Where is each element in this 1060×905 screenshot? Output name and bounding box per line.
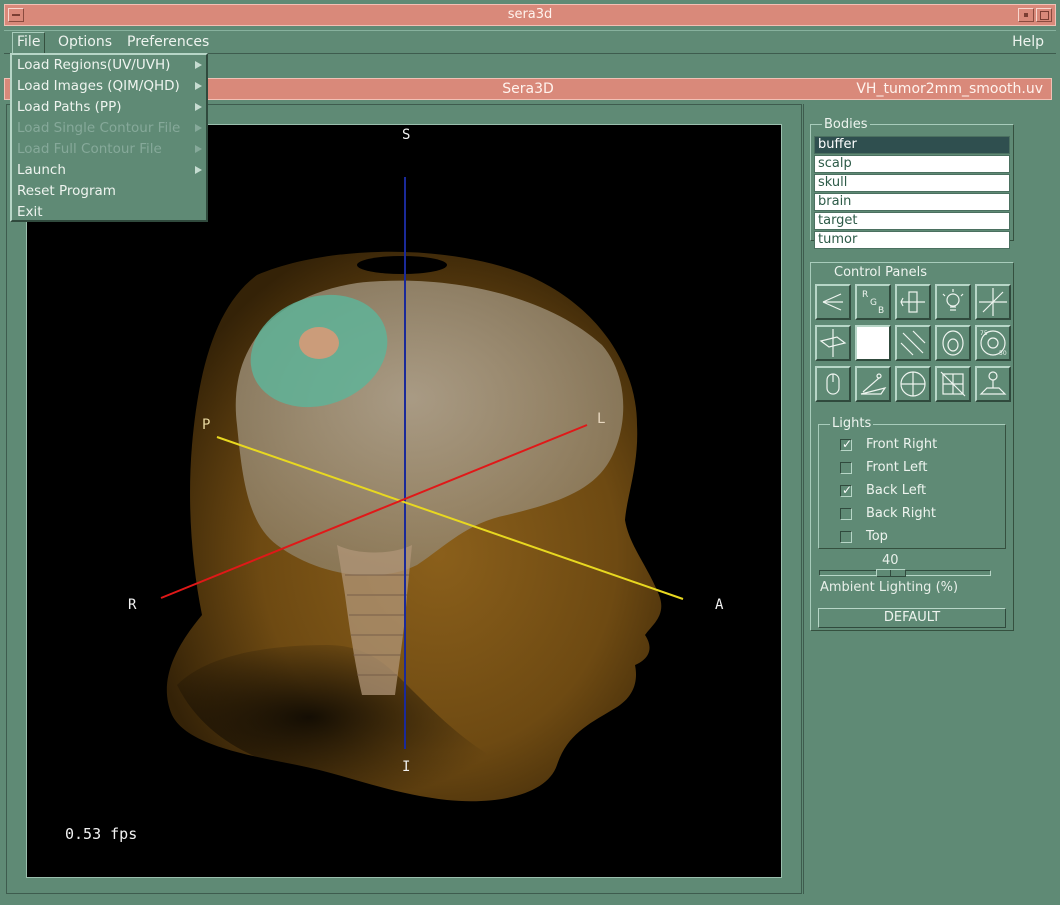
- arrows-icon[interactable]: [895, 325, 931, 361]
- menu-item-load-regions[interactable]: Load Regions(UV/UVH): [17, 55, 170, 76]
- body-item-brain[interactable]: brain: [814, 193, 1010, 211]
- file-menu-dropdown: Load Regions(UV/UVH) Load Images (QIM/QH…: [10, 53, 208, 222]
- grid-pointer-icon[interactable]: [935, 366, 971, 402]
- control-panels-title: Control Panels: [832, 265, 929, 280]
- loaded-filename: VH_tumor2mm_smooth.uv: [856, 81, 1043, 97]
- menu-item-load-paths[interactable]: Load Paths (PP): [17, 97, 121, 118]
- submenu-arrow-icon: [195, 124, 202, 132]
- submenu-arrow-icon: [195, 82, 202, 90]
- beam-icon[interactable]: [975, 366, 1011, 402]
- rgb-color-icon[interactable]: RGB: [855, 284, 891, 320]
- svg-text:50: 50: [999, 350, 1007, 357]
- svg-text:B: B: [878, 306, 884, 316]
- menu-item-exit[interactable]: Exit: [17, 202, 43, 223]
- menu-item-reset-program[interactable]: Reset Program: [17, 181, 116, 202]
- svg-text:G: G: [870, 298, 877, 308]
- axis-label-superior: S: [402, 127, 411, 143]
- menu-options[interactable]: Options: [54, 32, 116, 52]
- body-item-scalp[interactable]: scalp: [814, 155, 1010, 173]
- light-label-front-right: Front Right: [866, 437, 938, 452]
- menu-item-load-full-contour: Load Full Contour File: [17, 141, 162, 157]
- window-titlebar[interactable]: sera3d: [0, 0, 1060, 30]
- crosshair-axes-icon[interactable]: [975, 284, 1011, 320]
- bodies-title: Bodies: [822, 117, 870, 132]
- submenu-arrow-icon: [195, 103, 202, 111]
- checkbox-back-left[interactable]: ✓: [840, 483, 852, 497]
- body-item-tumor[interactable]: tumor: [814, 231, 1010, 249]
- svg-text:75: 75: [980, 330, 988, 337]
- submenu-arrow-icon: [195, 145, 202, 153]
- default-button[interactable]: DEFAULT: [818, 608, 1006, 628]
- menubar: File Options Preferences Help: [4, 30, 1056, 54]
- axis-view-icon[interactable]: [815, 284, 851, 320]
- light-label-front-left: Front Left: [866, 460, 928, 475]
- menu-help[interactable]: Help: [1008, 32, 1048, 52]
- ambient-label: Ambient Lighting (%): [820, 580, 959, 595]
- fps-readout: 0.53 fps: [65, 825, 138, 843]
- light-label-back-right: Back Right: [866, 506, 936, 521]
- axis-label-posterior: P: [202, 417, 211, 433]
- checkbox-back-right[interactable]: [840, 508, 852, 520]
- rotation-angles-icon[interactable]: 75 50: [975, 325, 1011, 361]
- head-outline-icon[interactable]: [935, 325, 971, 361]
- menu-item-load-single-contour: Load Single Contour File: [17, 120, 181, 136]
- menu-preferences[interactable]: Preferences: [123, 32, 213, 52]
- ambient-value: 40: [882, 553, 899, 568]
- axis-label-anterior: A: [715, 597, 724, 613]
- body-item-skull[interactable]: skull: [814, 174, 1010, 192]
- tumor-region: [299, 327, 339, 359]
- titlebar-bar[interactable]: sera3d: [4, 4, 1056, 26]
- checkbox-front-right[interactable]: ✓: [840, 437, 852, 451]
- axis-label-right: R: [128, 597, 137, 613]
- minimize-button[interactable]: [1018, 8, 1034, 22]
- light-label-back-left: Back Left: [866, 483, 927, 498]
- light-bulb-icon[interactable]: [935, 284, 971, 320]
- mouse-icon[interactable]: [815, 366, 851, 402]
- menu-file[interactable]: File: [12, 32, 46, 54]
- window-title: sera3d: [507, 7, 553, 22]
- submenu-arrow-icon: [195, 166, 202, 174]
- checkbox-front-left[interactable]: [840, 462, 852, 474]
- clipping-plane-icon[interactable]: [895, 284, 931, 320]
- lights-title: Lights: [830, 416, 874, 431]
- menu-item-load-images[interactable]: Load Images (QIM/QHD): [17, 76, 180, 97]
- svg-text:R: R: [862, 290, 868, 300]
- slice-plane-icon[interactable]: [815, 325, 851, 361]
- target-circle-icon[interactable]: [895, 366, 931, 402]
- axis-label-inferior: I: [402, 759, 411, 775]
- camera-path-icon[interactable]: [855, 366, 891, 402]
- submenu-arrow-icon: [195, 61, 202, 69]
- menu-item-launch[interactable]: Launch: [17, 160, 66, 181]
- body-item-target[interactable]: target: [814, 212, 1010, 230]
- ambient-slider-thumb[interactable]: [875, 569, 906, 577]
- maximize-button[interactable]: [1036, 8, 1052, 22]
- blank-panel-icon[interactable]: [855, 325, 891, 361]
- body-item-buffer[interactable]: buffer: [814, 136, 1010, 154]
- checkbox-top[interactable]: [840, 531, 852, 543]
- bodies-list[interactable]: buffer scalp skull brain target tumor: [814, 136, 1010, 250]
- render-viewport[interactable]: S I P L R A 0.53 fps: [26, 124, 782, 878]
- axis-label-left: L: [597, 411, 606, 427]
- light-label-top: Top: [866, 529, 888, 544]
